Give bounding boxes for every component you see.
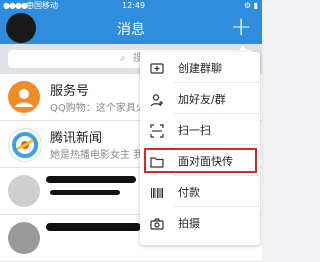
menu-item-payment[interactable]: 付款 (140, 180, 260, 207)
carrier-label: 中国移动 (26, 1, 58, 10)
highlight-box (144, 148, 257, 173)
message-title: 服务号 (50, 84, 90, 99)
menu-item-camera[interactable]: 拍摄 (140, 211, 260, 238)
avatar[interactable] (6, 13, 36, 43)
message-title: 腾讯新闻 (50, 131, 103, 146)
search-icon: ⌕ (120, 53, 126, 64)
menu-item-create-group[interactable]: 创建群聊 (140, 56, 260, 83)
redaction-scribble (46, 223, 141, 231)
menu-item-label: 创建群聊 (178, 62, 222, 75)
redaction-scribble (46, 176, 136, 183)
status-time: 12:49 (122, 1, 146, 10)
camera-icon (150, 217, 164, 231)
scan-icon (150, 124, 164, 138)
status-bar: ●●●●○ 中国移动 12:49 ⚙ ▮ (0, 0, 262, 12)
plus-button[interactable]: + (230, 12, 252, 42)
menu-item-scan[interactable]: 扫一扫 (140, 118, 260, 145)
menu-item-label: 拍摄 (178, 217, 200, 230)
service-avatar-icon (8, 81, 40, 113)
menu-item-add-friend[interactable]: 加好友/群 (140, 87, 260, 114)
avatar (8, 222, 40, 254)
redaction-scribble (50, 190, 120, 195)
menu-item-label: 付款 (178, 186, 200, 199)
news-avatar-icon (8, 128, 42, 162)
avatar (8, 175, 40, 207)
group-chat-icon (150, 62, 164, 76)
nav-bar: 消息 + (0, 12, 262, 44)
menu-item-label: 扫一扫 (178, 124, 211, 137)
status-icons: ⚙ ▮ (243, 1, 258, 10)
message-preview: 她是热播电影女主 我最 (50, 150, 154, 161)
menu-item-label: 加好友/群 (178, 93, 226, 106)
page-title: 消息 (117, 22, 145, 38)
add-friend-icon (150, 93, 164, 107)
barcode-icon (150, 186, 164, 200)
